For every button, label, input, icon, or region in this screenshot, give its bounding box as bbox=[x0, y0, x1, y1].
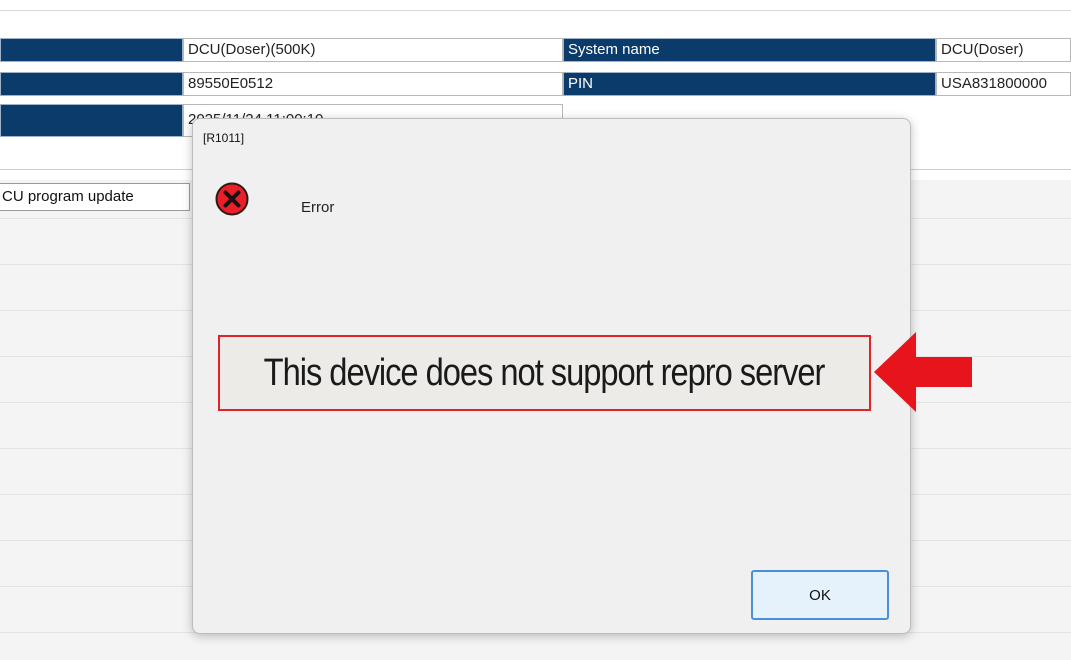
pin-label: PIN bbox=[563, 72, 936, 96]
error-message: This device does not support repro serve… bbox=[264, 351, 826, 394]
pin-value: USA831800000 bbox=[936, 72, 1071, 96]
tab-ecu-program-update[interactable]: CU program update bbox=[0, 183, 190, 211]
system-name-label: System name bbox=[563, 38, 936, 62]
system-name-value: DCU(Doser) bbox=[936, 38, 1071, 62]
error-circle-x-icon bbox=[215, 182, 249, 216]
red-arrow-annotation bbox=[874, 332, 972, 412]
row2-label-1 bbox=[0, 72, 183, 96]
ok-button[interactable]: OK bbox=[751, 570, 889, 620]
row2-value-1: 89550E0512 bbox=[183, 72, 563, 96]
row1-label-1 bbox=[0, 38, 183, 62]
row1-value-1: DCU(Doser)(500K) bbox=[183, 38, 563, 62]
row3-label-1 bbox=[0, 104, 183, 137]
error-heading: Error bbox=[301, 199, 335, 216]
dialog-title: [R1011] bbox=[203, 131, 245, 145]
message-highlight-box: This device does not support repro serve… bbox=[218, 335, 871, 411]
error-dialog: [R1011] Error This device does not suppo… bbox=[192, 118, 911, 634]
